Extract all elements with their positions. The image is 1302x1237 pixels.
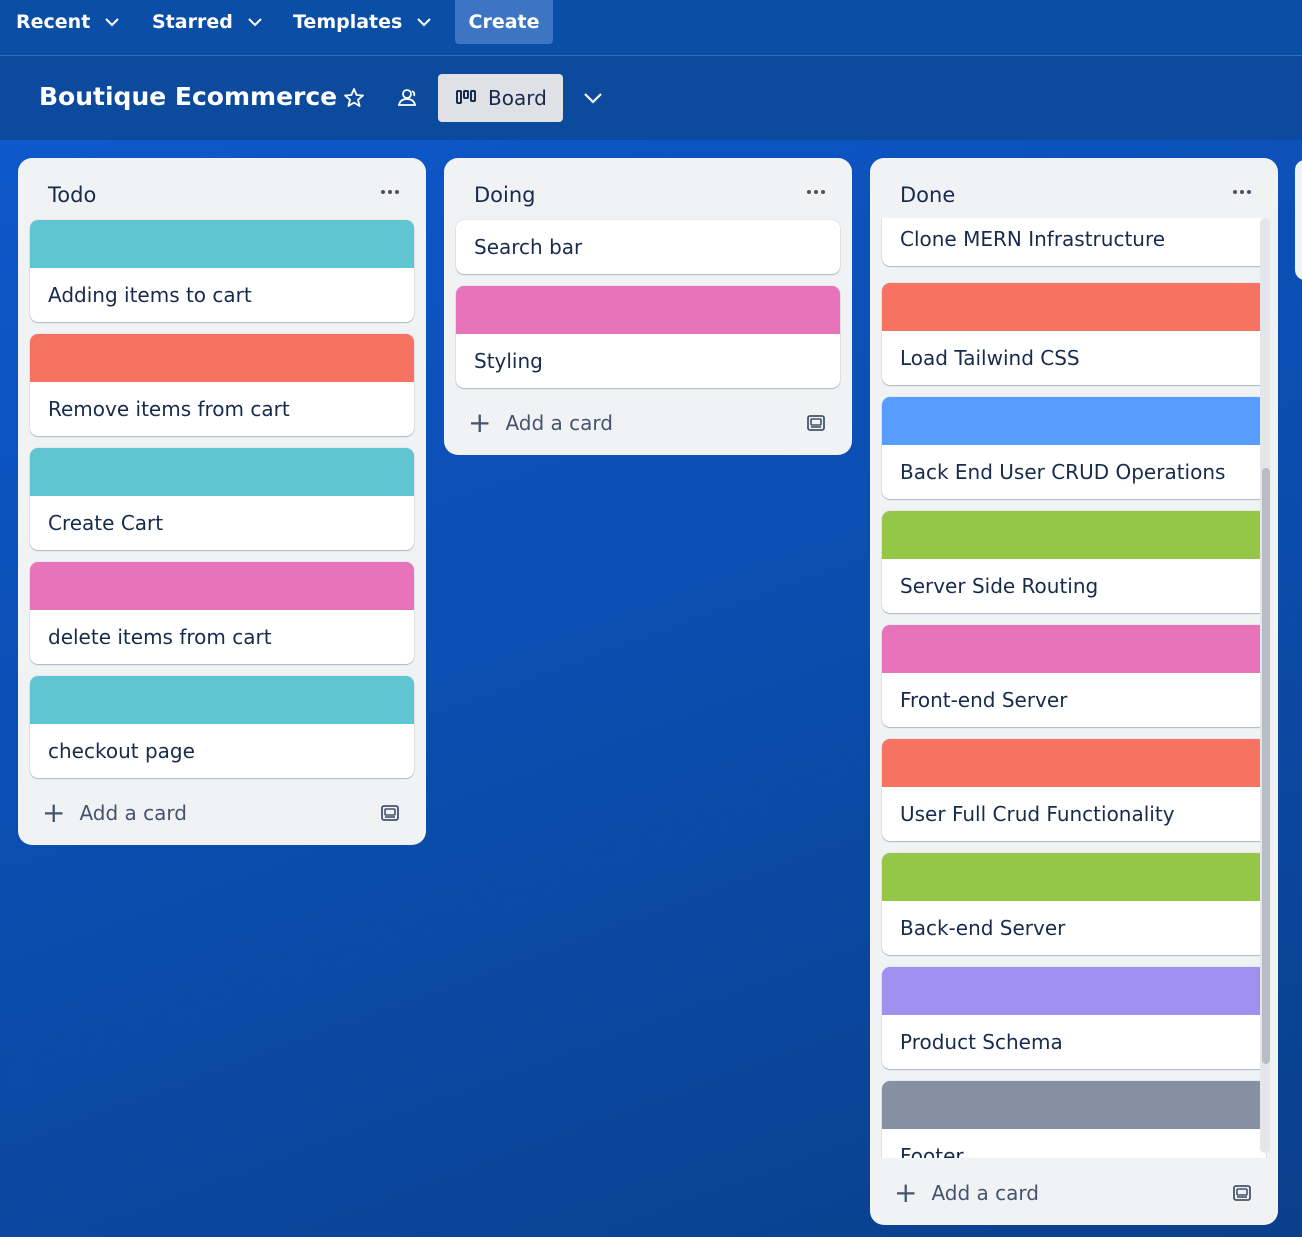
card[interactable]: Search bar bbox=[456, 220, 840, 274]
add-card-label: Add a card bbox=[505, 411, 613, 435]
chevron-down-icon bbox=[105, 18, 119, 27]
card-title: Adding items to cart bbox=[48, 283, 252, 307]
chevron-down-icon bbox=[417, 18, 432, 27]
card[interactable]: Styling bbox=[456, 286, 840, 388]
more-options-icon[interactable] bbox=[378, 182, 402, 202]
card[interactable]: Remove items from cart bbox=[30, 334, 414, 436]
list-title[interactable]: Todo bbox=[48, 183, 96, 207]
list-doing: Doing Search bar Styling + Add a card bbox=[444, 158, 852, 455]
card-title: User Full Crud Functionality bbox=[900, 802, 1175, 826]
nav-starred-dropdown[interactable]: Starred bbox=[152, 0, 263, 44]
list-todo: Todo Adding items to cart Remove items f… bbox=[18, 158, 426, 845]
card-title: Styling bbox=[474, 349, 543, 373]
card[interactable]: Back-end Server bbox=[882, 853, 1266, 955]
card-cover bbox=[30, 676, 414, 724]
chevron-down-icon bbox=[248, 18, 262, 27]
card[interactable]: Product Schema bbox=[882, 967, 1266, 1069]
card-cover bbox=[882, 511, 1266, 559]
card-cover bbox=[882, 1081, 1266, 1129]
card-title: Back End User CRUD Operations bbox=[900, 460, 1226, 484]
add-card-label: Add a card bbox=[931, 1181, 1039, 1205]
plus-icon: + bbox=[894, 1176, 918, 1209]
more-options-icon[interactable] bbox=[804, 182, 828, 202]
nav-recent-label: Recent bbox=[16, 11, 91, 33]
nav-recent-dropdown[interactable]: Recent bbox=[16, 0, 120, 44]
card-title: checkout page bbox=[48, 739, 195, 763]
top-nav: Recent Starred Templates Create bbox=[0, 0, 1302, 56]
list-partial[interactable] bbox=[1295, 160, 1302, 280]
card-title: Search bar bbox=[474, 235, 583, 259]
plus-icon: + bbox=[468, 406, 492, 439]
card-title: Front-end Server bbox=[900, 688, 1068, 712]
add-card-button[interactable]: + Add a card bbox=[42, 795, 187, 831]
board-title[interactable]: Boutique Ecommerce bbox=[39, 82, 337, 111]
board-view-label: Board bbox=[488, 86, 547, 110]
card-cover bbox=[30, 334, 414, 382]
list-cards-scroll-area[interactable]: Clone MERN Infrastructure Load Tailwind … bbox=[870, 218, 1278, 1158]
star-icon[interactable] bbox=[342, 86, 366, 110]
card-cover bbox=[882, 739, 1266, 787]
more-options-icon[interactable] bbox=[1230, 182, 1254, 202]
nav-templates-dropdown[interactable]: Templates bbox=[293, 0, 432, 44]
list-done: Done Clone MERN Infrastructure Load Tail… bbox=[870, 158, 1278, 1225]
card-cover bbox=[30, 220, 414, 268]
card-cover bbox=[882, 397, 1266, 445]
card-title: Server Side Routing bbox=[900, 574, 1099, 598]
add-card-label: Add a card bbox=[79, 801, 187, 825]
board-header: Boutique Ecommerce Board bbox=[0, 56, 1302, 140]
list-title[interactable]: Doing bbox=[474, 183, 536, 207]
card[interactable]: checkout page bbox=[30, 676, 414, 778]
card[interactable]: delete items from cart bbox=[30, 562, 414, 664]
create-from-template-icon[interactable] bbox=[806, 413, 826, 433]
card-cover bbox=[30, 562, 414, 610]
create-from-template-icon[interactable] bbox=[1232, 1183, 1252, 1203]
nav-templates-label: Templates bbox=[293, 11, 403, 33]
chevron-down-icon[interactable] bbox=[581, 86, 605, 110]
card-title: Product Schema bbox=[900, 1030, 1063, 1054]
card-title: Footer bbox=[900, 1144, 964, 1158]
create-from-template-icon[interactable] bbox=[380, 803, 400, 823]
workspace-visibility-icon[interactable] bbox=[396, 86, 420, 110]
card-cover bbox=[882, 853, 1266, 901]
list-title[interactable]: Done bbox=[900, 183, 955, 207]
card[interactable]: Adding items to cart bbox=[30, 220, 414, 322]
card[interactable]: Server Side Routing bbox=[882, 511, 1266, 613]
card[interactable]: Front-end Server bbox=[882, 625, 1266, 727]
card-title: delete items from cart bbox=[48, 625, 272, 649]
create-button[interactable]: Create bbox=[455, 0, 553, 44]
card-title: Clone MERN Infrastructure bbox=[900, 227, 1166, 251]
add-card-button[interactable]: + Add a card bbox=[894, 1175, 1039, 1211]
card[interactable]: Footer bbox=[882, 1081, 1266, 1158]
scrollbar-thumb[interactable] bbox=[1262, 468, 1270, 1064]
board-icon bbox=[456, 90, 476, 104]
card-cover bbox=[882, 625, 1266, 673]
card[interactable]: Clone MERN Infrastructure bbox=[882, 218, 1266, 266]
board-view-button[interactable]: Board bbox=[438, 74, 563, 122]
card[interactable]: Back End User CRUD Operations bbox=[882, 397, 1266, 499]
card-cover bbox=[882, 967, 1266, 1015]
card-cover bbox=[882, 283, 1266, 331]
plus-icon: + bbox=[42, 796, 66, 829]
card-cover bbox=[456, 286, 840, 334]
card-title: Back-end Server bbox=[900, 916, 1066, 940]
card-title: Remove items from cart bbox=[48, 397, 290, 421]
card-title: Create Cart bbox=[48, 511, 164, 535]
add-card-button[interactable]: + Add a card bbox=[468, 405, 613, 441]
card[interactable]: Create Cart bbox=[30, 448, 414, 550]
card-title: Load Tailwind CSS bbox=[900, 346, 1080, 370]
nav-starred-label: Starred bbox=[152, 11, 233, 33]
card-cover bbox=[30, 448, 414, 496]
card[interactable]: Load Tailwind CSS bbox=[882, 283, 1266, 385]
card[interactable]: User Full Crud Functionality bbox=[882, 739, 1266, 841]
